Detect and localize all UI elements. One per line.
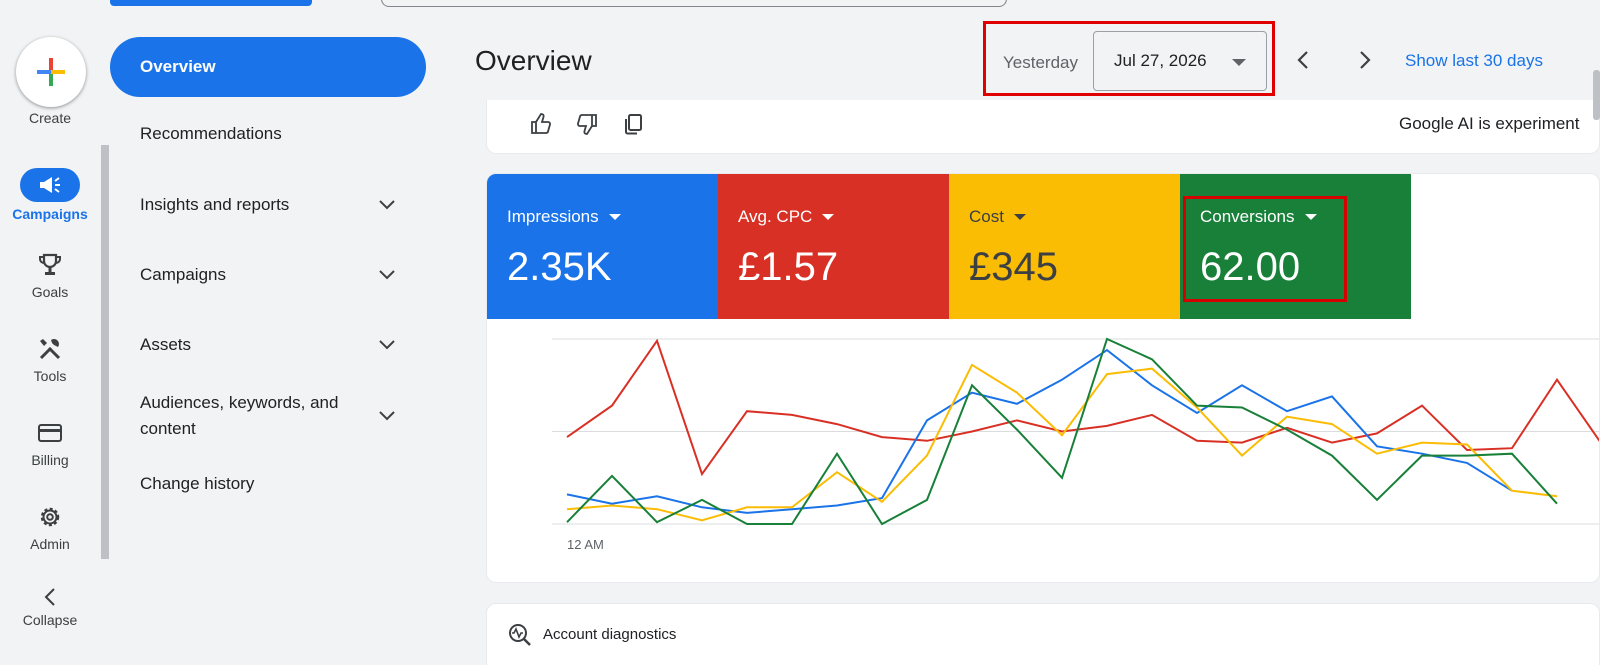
rail-item-label: Billing [31, 452, 69, 468]
nav-item-label: Assets [140, 335, 192, 354]
create-label: Create [28, 110, 72, 126]
nav-item-label: Recommendations [140, 124, 282, 143]
collapse-button[interactable]: Collapse [0, 586, 100, 628]
conversions-highlight-box [1183, 196, 1347, 302]
x-tick-label: 12 AM [567, 537, 604, 552]
next-date-button[interactable] [1350, 46, 1378, 74]
nav-item-campaigns[interactable]: Campaigns [110, 265, 426, 285]
gear-icon [0, 502, 100, 532]
nav-item-audiences-keywords-content[interactable]: Audiences, keywords, and content [110, 390, 426, 442]
create-button[interactable] [16, 37, 86, 107]
tools-icon [0, 334, 100, 364]
show-last-30-days-link[interactable]: Show last 30 days [1405, 51, 1543, 71]
performance-card: Impressions 2.35K Avg. CPC £1.57 Cost £3… [486, 173, 1600, 583]
chevron-left-icon [0, 586, 100, 608]
diagnostics-icon [509, 624, 531, 646]
previous-date-button[interactable] [1290, 46, 1318, 74]
rail-item-campaigns[interactable]: Campaigns [0, 168, 100, 222]
ai-disclaimer-text: Google AI is experiment [1399, 114, 1580, 133]
date-value: Jul 27, 2026 [1114, 51, 1207, 70]
metric-value: 2.35K [507, 245, 612, 289]
ai-feedback-card: Google AI is experiment [486, 100, 1600, 154]
chevron-down-icon [379, 270, 395, 280]
nav-item-change-history[interactable]: Change history [110, 474, 426, 494]
top-search-bar[interactable] [381, 0, 1007, 7]
rail-item-label: Admin [30, 536, 70, 552]
rail-item-admin[interactable]: Admin [0, 502, 100, 552]
nav-item-overview[interactable]: Overview [110, 37, 426, 97]
metric-tile-avg-cpc[interactable]: Avg. CPC £1.57 [718, 174, 949, 319]
metric-label: Impressions [507, 207, 599, 226]
chevron-down-icon [379, 340, 395, 350]
chevron-down-icon [379, 200, 395, 210]
credit-card-icon [0, 418, 100, 448]
nav-item-recommendations[interactable]: Recommendations [110, 124, 426, 144]
metric-tile-cost[interactable]: Cost £345 [949, 174, 1180, 319]
rail-item-label: Goals [31, 284, 69, 300]
rail-item-tools[interactable]: Tools [0, 334, 100, 384]
dropdown-caret-icon [1013, 214, 1026, 220]
collapse-label: Collapse [22, 612, 78, 628]
left-rail: Create Campaigns Goals Tools Billing Adm… [0, 0, 100, 665]
metric-value: £1.57 [738, 245, 839, 289]
plus-icon [37, 58, 65, 86]
trophy-icon [0, 250, 100, 280]
nav-item-insights-and-reports[interactable]: Insights and reports [110, 195, 426, 215]
thumbs-down-icon[interactable] [573, 110, 601, 138]
account-diagnostics-card[interactable]: Account diagnostics [486, 603, 1600, 665]
metric-value: £345 [969, 245, 1058, 289]
nav-item-assets[interactable]: Assets [110, 335, 426, 355]
thumbs-up-icon[interactable] [527, 110, 555, 138]
dropdown-caret-icon [1232, 59, 1246, 66]
chart-series-line-2 [566, 363, 1558, 522]
metric-label: Cost [969, 207, 1004, 226]
nav-item-label: Insights and reports [140, 195, 290, 214]
rail-item-billing[interactable]: Billing [0, 418, 100, 468]
rail-item-label: Campaigns [12, 206, 88, 222]
top-primary-button[interactable] [110, 0, 312, 6]
account-diagnostics-label: Account diagnostics [543, 626, 677, 643]
metric-label: Avg. CPC [738, 207, 813, 226]
nav-item-label: Change history [140, 474, 255, 493]
rail-item-label: Tools [33, 368, 67, 384]
chevron-down-icon [379, 411, 395, 421]
megaphone-icon [20, 168, 80, 202]
metric-tile-impressions[interactable]: Impressions 2.35K [487, 174, 718, 319]
dropdown-caret-icon [822, 214, 835, 220]
date-range-select[interactable]: Jul 27, 2026 [1093, 31, 1267, 91]
page-title: Overview [475, 45, 592, 76]
nav-item-label: Campaigns [140, 265, 226, 284]
copy-icon[interactable] [619, 110, 647, 138]
dropdown-caret-icon [608, 214, 621, 220]
rail-scrollbar[interactable] [101, 145, 109, 559]
rail-item-goals[interactable]: Goals [0, 250, 100, 300]
performance-line-chart: 12 AM [552, 337, 1599, 552]
main-scrollbar[interactable] [1593, 70, 1600, 120]
date-preset-label: Yesterday [1003, 53, 1078, 72]
